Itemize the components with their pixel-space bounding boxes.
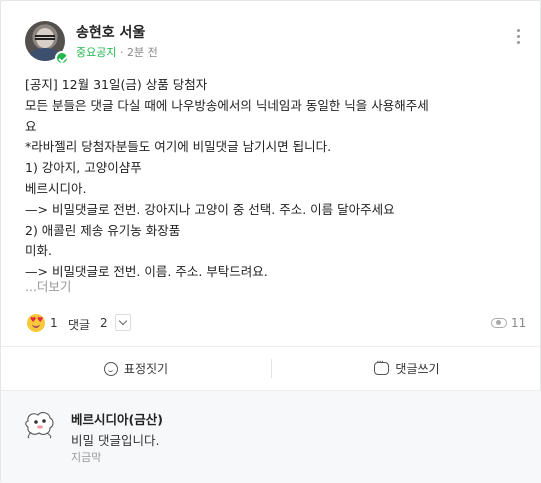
author-name[interactable]: 송현호 서울 [76, 22, 145, 42]
post-body: [공지] 12월 31일(금) 상품 당첨자 모든 분들은 댓글 다실 때에 나… [25, 75, 525, 283]
post-line: —> 비밀댓글로 전번. 강아지나 고양이 중 선택. 주소. 이름 달아주세요 [25, 201, 395, 217]
smile-icon [103, 361, 118, 376]
post-line: *라바젤리 당첨자분들도 여기에 비밀댓글 남기시면 됩니다. [25, 139, 332, 155]
comment-icon [374, 357, 390, 375]
comment-time: 지금막 [71, 451, 102, 464]
read-more-link[interactable]: ...더보기 [25, 276, 71, 295]
post-card: 송현호 서울 중요공지 · 2분 전 [공지] 12월 31일(금) 상품 당첨… [0, 0, 541, 483]
comment-text: 비밀 댓글입니다. [71, 433, 160, 448]
view-count: 11 [511, 316, 527, 330]
cartoon-avatar-icon [25, 412, 54, 439]
post-line: 2) 애콜린 제송 유기농 화장품 [25, 222, 181, 238]
post-line: 1) 강아지, 고양이샴푸 [25, 160, 142, 176]
write-comment-button[interactable]: 댓글쓰기 [272, 347, 541, 390]
post-line: 요 [25, 118, 37, 134]
verified-badge-icon [55, 51, 69, 65]
action-bar: 표정짓기 댓글쓰기 [1, 347, 541, 390]
post-time: · 2분 전 [119, 46, 158, 59]
more-options-icon[interactable] [514, 29, 522, 47]
eye-icon [491, 318, 507, 328]
post-header: 송현호 서울 중요공지 · 2분 전 [25, 19, 525, 65]
emotion-button[interactable]: 표정짓기 [1, 347, 271, 390]
avatar-glasses [35, 35, 55, 40]
commenter-name[interactable]: 베르시디아(금산) [71, 409, 163, 428]
heart-eyes-emoji-icon[interactable] [27, 314, 45, 332]
commenter-avatar[interactable] [23, 407, 57, 441]
post-stats: 1 댓글 2 11 [25, 313, 527, 335]
chevron-down-icon[interactable] [115, 314, 131, 331]
post-line: 베르시디아. [25, 180, 87, 196]
emotion-label: 표정짓기 [123, 362, 169, 376]
post-line: —> 비밀댓글로 전번. 이름. 주소. 부탁드려요. [25, 264, 268, 280]
comment-list: 베르시디아(금산) 비밀 댓글입니다. 지금막 [1, 390, 541, 483]
comment-count[interactable]: 2 [100, 316, 108, 330]
post-line: [공지] 12월 31일(금) 상품 당첨자 [25, 77, 208, 92]
post-line: 미화. [25, 243, 52, 259]
post-meta: 중요공지 · 2분 전 [76, 44, 158, 60]
comment-label[interactable]: 댓글 [68, 316, 90, 333]
author-role: 중요공지 [76, 46, 117, 59]
post-line: 모든 분들은 댓글 다실 때에 나우방송에서의 닉네임과 동일한 닉을 사용해주… [25, 97, 429, 113]
reaction-count[interactable]: 1 [50, 316, 58, 330]
write-comment-label: 댓글쓰기 [395, 362, 440, 376]
